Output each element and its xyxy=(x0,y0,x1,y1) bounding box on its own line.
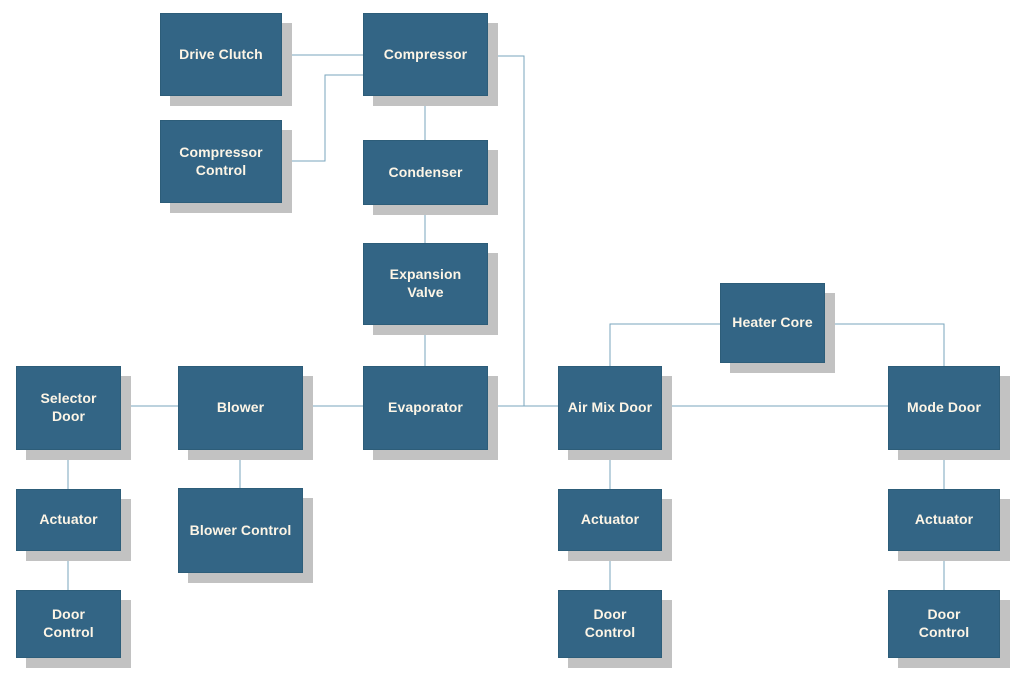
node-heater-core[interactable]: Heater Core xyxy=(720,283,835,373)
node-label: Door Control xyxy=(918,606,970,640)
node-compressor-control[interactable]: Compressor Control xyxy=(160,120,292,213)
node-selector-actuator[interactable]: Actuator xyxy=(16,489,131,561)
node-body: Actuator xyxy=(558,489,662,551)
node-mode-door[interactable]: Mode Door xyxy=(888,366,1010,460)
connector-layer xyxy=(67,54,945,590)
node-evaporator[interactable]: Evaporator xyxy=(363,366,498,460)
node-label: Door Control xyxy=(584,606,636,640)
node-body: Door Control xyxy=(558,590,662,658)
node-blower-control[interactable]: Blower Control xyxy=(178,488,313,583)
node-body: Actuator xyxy=(888,489,1000,551)
node-label: Compressor xyxy=(383,45,468,62)
node-selector-door-control[interactable]: Door Control xyxy=(16,590,131,668)
node-body: Blower xyxy=(178,366,303,450)
node-selector-door[interactable]: Selector Door xyxy=(16,366,131,460)
node-label: Door Control xyxy=(43,606,94,640)
node-label: Selector Door xyxy=(40,390,97,424)
node-body: Mode Door xyxy=(888,366,1000,450)
node-body: Compressor Control xyxy=(160,120,282,203)
node-label: Air Mix Door xyxy=(567,399,653,416)
node-body: Drive Clutch xyxy=(160,13,282,96)
node-air-mix-actuator[interactable]: Actuator xyxy=(558,489,672,561)
connector-heater-core-to-mode-door xyxy=(825,323,945,366)
node-body: Door Control xyxy=(16,590,121,658)
node-label: Mode Door xyxy=(906,399,981,416)
node-label: Compressor Control xyxy=(179,143,263,178)
node-label: Actuator xyxy=(580,511,640,528)
connector-heater-core-to-air-mix-door xyxy=(609,323,720,366)
node-label: Drive Clutch xyxy=(179,45,263,62)
node-body: Heater Core xyxy=(720,283,825,363)
node-body: Compressor xyxy=(363,13,488,96)
node-body: Air Mix Door xyxy=(558,366,662,450)
node-label: Heater Core xyxy=(732,314,813,331)
diagram-canvas: Drive Clutch Compressor Compressor Control… xyxy=(0,0,1017,681)
node-air-mix-door-control[interactable]: Door Control xyxy=(558,590,672,668)
node-compressor[interactable]: Compressor xyxy=(363,13,498,106)
connector-compressor-control-to-compressor xyxy=(282,74,363,162)
node-drive-clutch[interactable]: Drive Clutch xyxy=(160,13,292,106)
node-mode-door-control[interactable]: Door Control xyxy=(888,590,1010,668)
node-label: Blower Control xyxy=(189,521,292,538)
node-expansion-valve[interactable]: Expansion Valve xyxy=(363,243,498,335)
node-label: Actuator xyxy=(914,511,974,528)
node-body: Evaporator xyxy=(363,366,488,450)
node-body: Actuator xyxy=(16,489,121,551)
node-air-mix-door[interactable]: Air Mix Door xyxy=(558,366,672,460)
node-label: Blower xyxy=(216,399,265,416)
node-blower[interactable]: Blower xyxy=(178,366,313,460)
node-body: Selector Door xyxy=(16,366,121,450)
node-body: Blower Control xyxy=(178,488,303,573)
connector-compressor-to-air-mix-door xyxy=(488,55,558,407)
node-body: Condenser xyxy=(363,140,488,205)
node-label: Actuator xyxy=(39,511,98,528)
node-label: Expansion Valve xyxy=(389,266,462,300)
node-label: Condenser xyxy=(388,163,463,180)
node-body: Door Control xyxy=(888,590,1000,658)
node-mode-actuator[interactable]: Actuator xyxy=(888,489,1010,561)
node-body: Expansion Valve xyxy=(363,243,488,325)
node-label: Evaporator xyxy=(388,399,463,416)
node-condenser[interactable]: Condenser xyxy=(363,140,498,215)
